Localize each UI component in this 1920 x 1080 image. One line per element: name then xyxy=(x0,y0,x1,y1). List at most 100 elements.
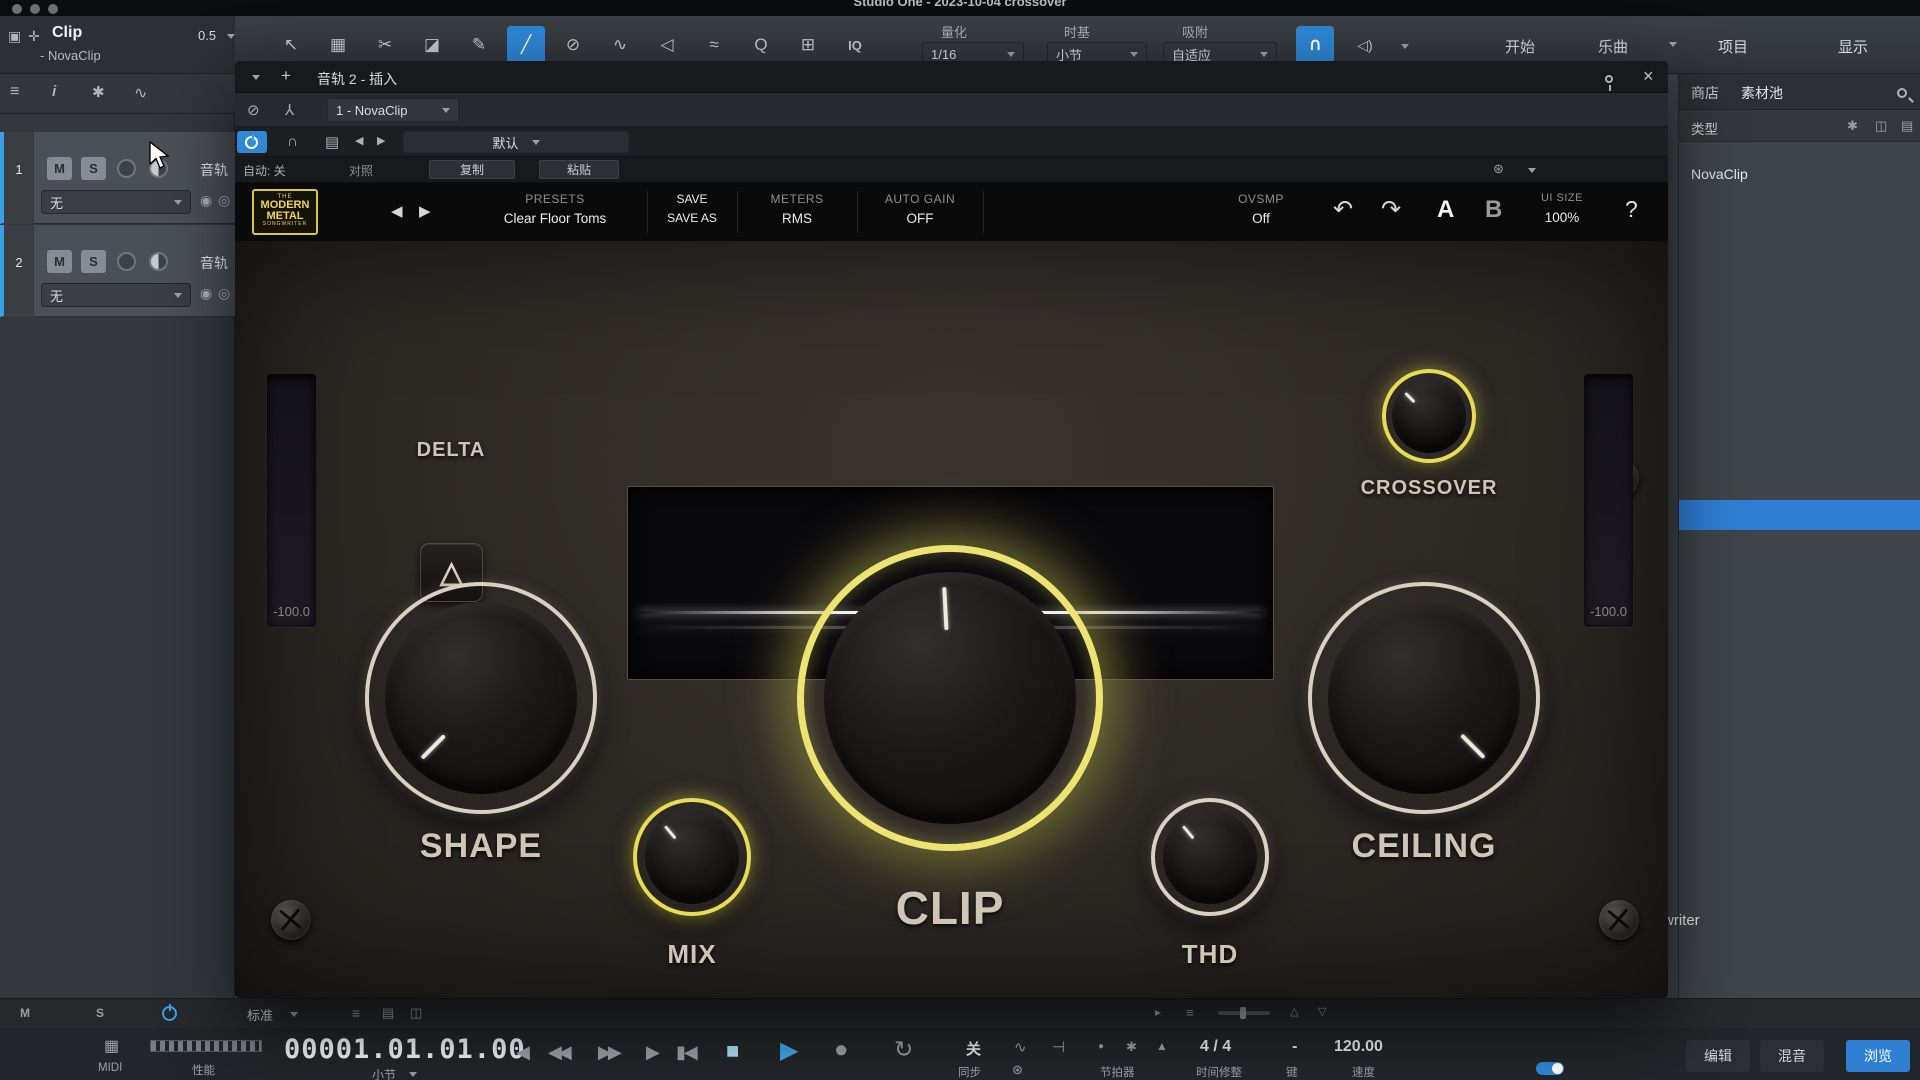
step-back-button[interactable]: ◀ xyxy=(516,1042,530,1063)
grid-icon[interactable]: ▣ xyxy=(8,28,21,45)
plugin-window-titlebar[interactable]: + 音轨 2 - 插入 × xyxy=(235,61,1668,93)
shape-knob[interactable] xyxy=(365,582,597,814)
browser-selected-row[interactable] xyxy=(1679,500,1920,530)
iq-tool[interactable]: IQ xyxy=(836,26,874,64)
auto-gain-button[interactable]: OFF xyxy=(859,211,981,226)
ovsmp-button[interactable]: Off xyxy=(1201,211,1321,226)
help-button[interactable]: ? xyxy=(1625,196,1638,223)
layout-icon[interactable]: ◫ xyxy=(1875,118,1887,134)
power-icon[interactable] xyxy=(162,1006,177,1021)
end-marker-icon[interactable]: ⊣ xyxy=(1052,1038,1065,1056)
crossover-knob[interactable] xyxy=(1382,369,1476,463)
mix-page-button[interactable]: 混音 xyxy=(1760,1040,1824,1072)
rewind-button[interactable]: ◀◀ xyxy=(548,1042,568,1063)
song-page-button[interactable]: 乐曲 xyxy=(1598,36,1628,57)
info-icon[interactable]: i xyxy=(52,83,56,100)
solo-button[interactable]: S xyxy=(81,250,106,273)
time-display[interactable]: 00001.01.01.00 xyxy=(284,1034,526,1065)
time-unit-dropdown[interactable]: 小节 xyxy=(372,1066,396,1080)
ceiling-knob[interactable] xyxy=(1308,582,1540,814)
chevron-down-icon[interactable] xyxy=(1669,42,1677,47)
eraser-tool[interactable]: ◪ xyxy=(413,26,451,64)
chevron-down-icon[interactable] xyxy=(1401,44,1409,49)
plugin-power-button[interactable] xyxy=(237,131,267,153)
chevron-down-icon[interactable] xyxy=(290,1012,298,1017)
browse-page-button[interactable]: 浏览 xyxy=(1846,1040,1910,1072)
preset-file-icon[interactable]: ▤ xyxy=(325,133,339,151)
gear-icon[interactable]: ⊛ xyxy=(1012,1062,1023,1078)
record-arm-button[interactable] xyxy=(117,159,136,178)
add-insert-button[interactable]: + xyxy=(281,66,291,86)
routing-icon[interactable]: ⅄ xyxy=(285,101,294,119)
io-meter-icon[interactable]: ◎ xyxy=(218,285,230,302)
record-button[interactable]: ● xyxy=(834,1036,849,1064)
accent-icon[interactable]: ▲ xyxy=(1156,1039,1168,1053)
bend-tool[interactable]: ∿ xyxy=(601,26,639,64)
close-icon[interactable]: × xyxy=(1643,66,1654,87)
copy-button[interactable]: 复制 xyxy=(429,160,515,179)
key-value[interactable]: - xyxy=(1292,1038,1297,1056)
edit-page-button[interactable]: 编辑 xyxy=(1686,1040,1750,1072)
zoom-list-icon[interactable]: ≡ xyxy=(1186,1005,1194,1020)
keyboard-icon[interactable]: ▦ xyxy=(104,1036,119,1056)
mute-button[interactable]: M xyxy=(47,157,72,180)
previous-preset-icon[interactable]: ◀ xyxy=(355,134,363,147)
wrench-icon[interactable]: ✱ xyxy=(92,83,105,101)
save-button[interactable]: SAVE xyxy=(649,192,735,206)
arrow-tool[interactable]: ↖ xyxy=(272,26,310,64)
range-tool[interactable]: ▦ xyxy=(319,26,357,64)
display-page-button[interactable]: 显示 xyxy=(1838,36,1868,57)
redo-icon[interactable]: ↷ xyxy=(1381,195,1401,224)
list-view-icon[interactable]: ≡ xyxy=(352,1005,360,1021)
track-name[interactable]: 音轨 xyxy=(200,160,228,180)
mute-tool[interactable]: ⊘ xyxy=(554,26,592,64)
return-to-start-button[interactable]: ▮◀ xyxy=(676,1042,696,1063)
snap-magnet-button[interactable]: ∪ xyxy=(1296,26,1334,64)
save-as-button[interactable]: SAVE AS xyxy=(649,211,735,225)
metronome-setup-icon[interactable]: ✱ xyxy=(1126,1039,1137,1055)
project-page-button[interactable]: 项目 xyxy=(1718,36,1748,57)
browser-item-partial[interactable]: writer xyxy=(1663,912,1700,929)
mute-button[interactable]: M xyxy=(47,250,72,273)
track-row-2[interactable]: 2 M S 音轨 无 ◉ ◎ xyxy=(0,225,235,317)
zoom-out-icon[interactable]: ▽ xyxy=(1318,1005,1326,1018)
transport-toggle[interactable] xyxy=(1536,1062,1564,1075)
bypass-icon[interactable]: ⊘ xyxy=(247,101,260,119)
fast-forward-button[interactable]: ▶▶ xyxy=(598,1042,618,1063)
zoom-in-icon[interactable]: △ xyxy=(1290,1005,1298,1018)
ab-slot-b-button[interactable]: B xyxy=(1485,196,1502,224)
mix-knob[interactable] xyxy=(633,798,751,916)
automation-curve-icon[interactable]: ∿ xyxy=(134,83,147,103)
io-meter-icon[interactable]: ◉ xyxy=(200,285,212,302)
preset-dropdown[interactable]: 默认 xyxy=(403,131,629,153)
zoom-tool[interactable]: Q xyxy=(742,26,780,64)
zoom-slider[interactable] xyxy=(1218,1011,1270,1015)
io-meter-icon[interactable]: ◎ xyxy=(218,192,230,209)
clip-knob[interactable] xyxy=(797,545,1103,851)
record-arm-button[interactable] xyxy=(117,252,136,271)
tempo-value[interactable]: 120.00 xyxy=(1334,1038,1383,1056)
paste-button[interactable]: 粘贴 xyxy=(539,160,619,179)
preset-name[interactable]: Clear Floor Toms xyxy=(465,211,645,226)
split-view-icon[interactable]: ◫ xyxy=(410,1005,422,1021)
plugin-select-dropdown[interactable]: 1 - NovaClip xyxy=(327,98,459,122)
sync-wave-icon[interactable]: ∿ xyxy=(1014,1038,1027,1056)
paint-tool-selected[interactable]: ╱ xyxy=(507,26,545,64)
io-meter-icon[interactable]: ◉ xyxy=(200,192,212,209)
ab-slot-a-button[interactable]: A xyxy=(1437,196,1454,224)
step-forward-button[interactable]: ▶ xyxy=(646,1042,660,1063)
stop-button[interactable]: ■ xyxy=(726,1038,739,1064)
pin-icon[interactable] xyxy=(1605,75,1613,83)
undo-icon[interactable]: ↶ xyxy=(1333,195,1353,224)
meters-mode-button[interactable]: RMS xyxy=(739,211,855,226)
preset-prev-icon[interactable]: ◀ xyxy=(391,202,403,220)
tools-icon[interactable]: ✱ xyxy=(1847,118,1858,134)
browser-item-novaclip[interactable]: NovaClip xyxy=(1691,166,1748,182)
ui-size-button[interactable]: 100% xyxy=(1525,210,1599,225)
zoom-slider-handle[interactable] xyxy=(1240,1007,1246,1019)
window-menu-icon[interactable] xyxy=(252,75,260,80)
pan-tool[interactable]: ⊞ xyxy=(789,26,827,64)
preset-next-icon[interactable]: ▶ xyxy=(419,202,431,220)
sync-value[interactable]: 关 xyxy=(966,1038,981,1059)
stretch-tool[interactable]: ≈ xyxy=(695,26,733,64)
